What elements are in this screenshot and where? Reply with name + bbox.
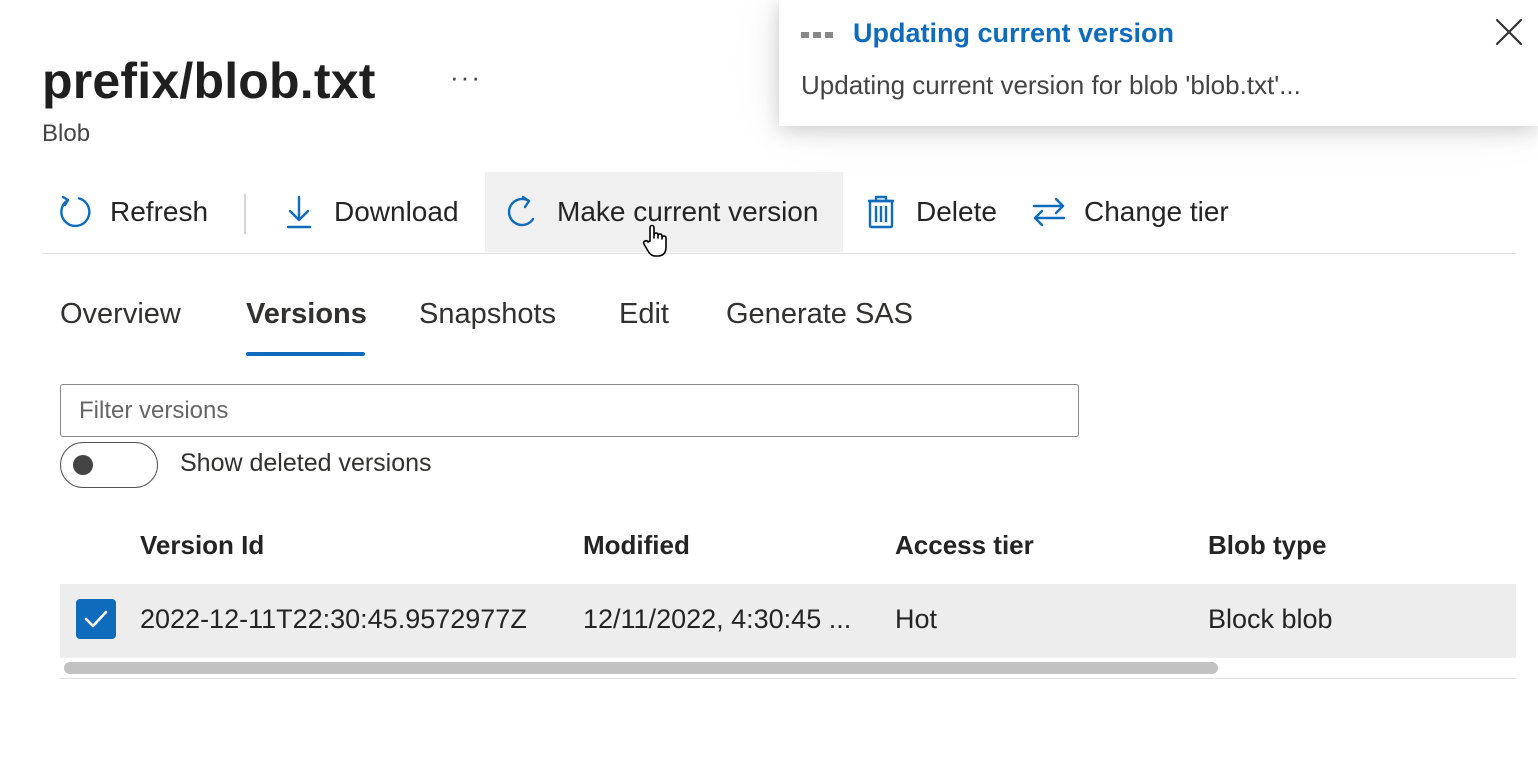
table-bottom-divider xyxy=(60,678,1516,679)
tab-generate-sas[interactable]: Generate SAS xyxy=(726,298,913,331)
scrollbar-thumb[interactable] xyxy=(64,662,1218,674)
show-deleted-versions-label: Show deleted versions xyxy=(180,449,432,477)
column-header-version-id[interactable]: Version Id xyxy=(140,530,264,561)
show-deleted-versions-toggle[interactable] xyxy=(60,442,158,488)
filter-versions-input[interactable] xyxy=(60,384,1079,437)
toggle-knob xyxy=(73,455,93,475)
row-checkbox[interactable] xyxy=(76,599,116,639)
cell-access-tier: Hot xyxy=(895,604,938,634)
swap-arrows-icon xyxy=(1032,197,1066,227)
notification-title: Updating current version xyxy=(853,18,1175,48)
command-bar: Refresh Download Make current version De… xyxy=(42,172,1516,254)
refresh-button[interactable]: Refresh xyxy=(56,172,208,252)
tab-overview[interactable]: Overview xyxy=(60,298,181,331)
delete-button[interactable]: Delete xyxy=(862,172,997,252)
table-row[interactable]: 2022-12-11T22:30:45.9572977Z 12/11/2022,… xyxy=(60,584,1516,658)
trash-icon xyxy=(868,195,894,229)
refresh-label: Refresh xyxy=(110,196,209,227)
delete-label: Delete xyxy=(916,196,997,227)
cell-blob-type: Block blob xyxy=(1208,604,1333,634)
active-tab-indicator xyxy=(246,352,365,356)
download-button[interactable]: Download xyxy=(280,172,459,252)
tab-edit[interactable]: Edit xyxy=(619,298,669,331)
notification-message: Updating current version for blob 'blob.… xyxy=(801,70,1301,100)
page-subtitle: Blob xyxy=(42,120,91,147)
close-icon[interactable] xyxy=(1493,16,1525,48)
cell-modified: 12/11/2022, 4:30:45 ... xyxy=(583,604,852,634)
make-current-version-label: Make current version xyxy=(557,196,819,227)
column-header-modified[interactable]: Modified xyxy=(583,530,690,561)
tab-snapshots[interactable]: Snapshots xyxy=(419,298,556,331)
download-label: Download xyxy=(334,196,459,227)
notification-toast: Updating current version Updating curren… xyxy=(779,0,1538,126)
hand-cursor-icon xyxy=(642,224,667,257)
page-title: prefix/blob.txt xyxy=(42,53,376,109)
cell-version-id: 2022-12-11T22:30:45.9572977Z xyxy=(140,604,527,634)
toolbar-divider xyxy=(244,194,246,234)
more-options-button[interactable]: ··· xyxy=(450,62,482,93)
change-tier-label: Change tier xyxy=(1084,196,1229,227)
progress-dots-icon xyxy=(801,32,833,38)
column-header-blob-type[interactable]: Blob type xyxy=(1208,530,1326,561)
tab-versions[interactable]: Versions xyxy=(246,298,367,331)
column-header-access-tier[interactable]: Access tier xyxy=(895,530,1034,561)
change-tier-button[interactable]: Change tier xyxy=(1030,172,1229,252)
make-current-icon xyxy=(507,195,535,227)
download-icon xyxy=(286,195,312,229)
checkmark-icon xyxy=(84,610,108,628)
refresh-icon xyxy=(60,195,91,228)
